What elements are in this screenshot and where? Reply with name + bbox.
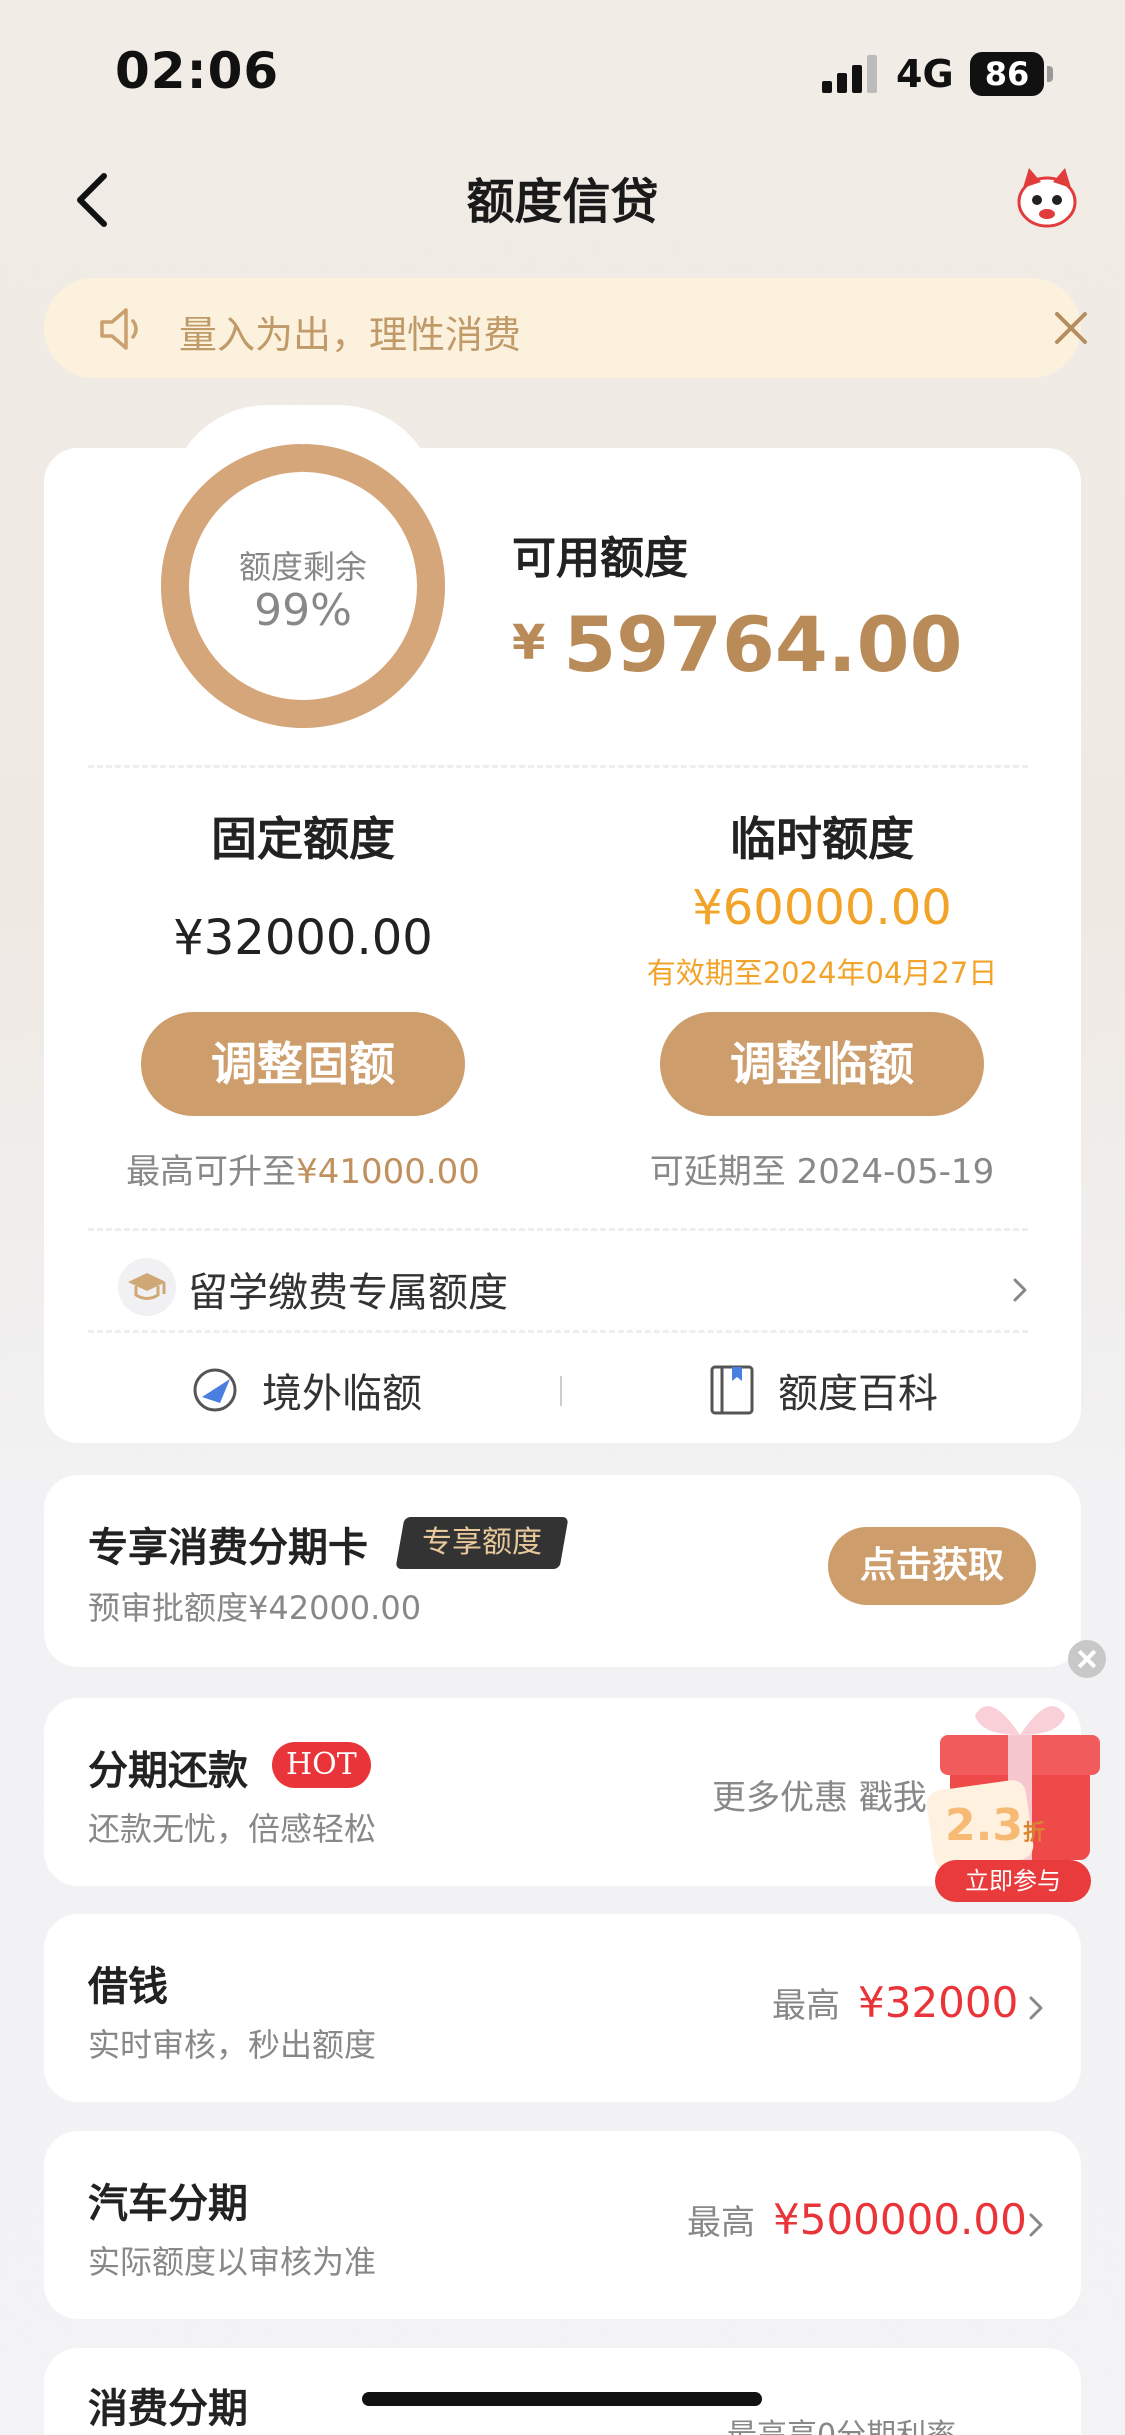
gauge-label: 额度剩余 xyxy=(238,548,367,586)
gift-discount-unit: 折 xyxy=(1022,1821,1045,1846)
divider xyxy=(88,765,1028,768)
car-loan-max: 最高 ¥500000.00 xyxy=(687,2195,1027,2244)
car-loan-title: 汽车分期 xyxy=(88,2181,248,2227)
credit-wiki-link[interactable]: 额度百科 xyxy=(708,1350,938,1430)
nav-bar: 额度信贷 xyxy=(0,150,1125,240)
credit-wiki-label: 额度百科 xyxy=(778,1371,938,1417)
available-credit-amount: ¥59764.00 xyxy=(512,600,962,689)
temp-credit-validity: 有效期至2024年04月27日 xyxy=(646,956,998,990)
car-loan-max-prefix: 最高 xyxy=(687,2203,755,2243)
gift-discount-value: 2.3 xyxy=(945,1800,1023,1851)
fixed-max-value: ¥41000.00 xyxy=(296,1152,480,1192)
fixed-credit-amount: ¥32000.00 xyxy=(173,910,433,966)
close-icon[interactable] xyxy=(1049,306,1093,350)
overseas-temp-credit-label: 境外临额 xyxy=(262,1371,422,1417)
fixed-credit-title: 固定额度 xyxy=(211,812,395,866)
fixed-max-note: 最高可升至¥41000.00 xyxy=(63,1144,543,1193)
chevron-right-icon xyxy=(1013,1278,1027,1302)
overseas-temp-credit-link[interactable]: 境外临额 xyxy=(188,1350,422,1430)
battery-icon: 86 xyxy=(970,52,1044,96)
temp-extend-note: 可延期至 2024-05-19 xyxy=(649,1152,995,1192)
home-indicator xyxy=(362,2392,762,2406)
borrow-max: 最高 ¥32000 xyxy=(772,1978,1018,2027)
globe-plane-icon xyxy=(193,1368,237,1412)
chevron-right-icon xyxy=(1029,1996,1043,2020)
installment-title: 分期还款 xyxy=(88,1748,248,1794)
adjust-temp-button[interactable]: 调整临额 xyxy=(660,1012,984,1116)
join-now-button[interactable]: 立即参与 xyxy=(935,1860,1091,1902)
temp-credit-title: 临时额度 xyxy=(730,812,914,866)
borrow-max-prefix: 最高 xyxy=(772,1986,840,2026)
notice-text: 量入为出，理性消费 xyxy=(179,313,522,357)
notice-banner: 量入为出，理性消费 xyxy=(44,278,1087,378)
divider xyxy=(88,1228,1028,1231)
available-amount-value: 59764.00 xyxy=(563,600,963,689)
currency-symbol: ¥ xyxy=(512,615,546,671)
gauge-percent: 99% xyxy=(254,585,352,636)
battery-nub xyxy=(1047,66,1053,82)
borrow-subtitle: 实时审核，秒出额度 xyxy=(88,2026,377,2064)
study-abroad-label: 留学缴费专属额度 xyxy=(188,1270,508,1316)
network-type: 4G xyxy=(896,52,954,96)
status-bar: 02:06 4G 86 xyxy=(0,0,1125,140)
borrow-card[interactable]: 借钱 实时审核，秒出额度 最高 ¥32000 xyxy=(44,1914,1081,2102)
installment-subtitle: 还款无忧，倍感轻松 xyxy=(88,1810,377,1848)
separator xyxy=(560,1376,562,1406)
hot-badge: HOT xyxy=(272,1742,371,1788)
vip-installment-card[interactable]: 专享消费分期卡 专享额度 预审批额度¥42000.00 点击获取 xyxy=(44,1475,1081,1667)
study-abroad-credit-row[interactable]: 留学缴费专属额度 xyxy=(88,1250,1028,1330)
adjust-fixed-button[interactable]: 调整固额 xyxy=(141,1012,465,1116)
status-time: 02:06 xyxy=(115,42,280,100)
speaker-icon xyxy=(100,308,138,350)
vip-card-subtitle: 预审批额度¥42000.00 xyxy=(88,1589,422,1627)
vip-tag-label: 专享额度 xyxy=(422,1525,542,1560)
car-loan-max-value: ¥500000.00 xyxy=(773,2195,1027,2244)
car-loan-subtitle: 实际额度以审核为准 xyxy=(88,2243,377,2281)
car-loan-card[interactable]: 汽车分期 实际额度以审核为准 最高 ¥500000.00 xyxy=(44,2131,1081,2319)
gift-discount: 2.3折 xyxy=(945,1800,1045,1851)
consumer-installment-promo: 最高享0分期利率 xyxy=(727,2410,956,2435)
page-title: 额度信贷 xyxy=(466,174,659,230)
chevron-right-icon xyxy=(1029,2213,1043,2237)
borrow-max-value: ¥32000 xyxy=(858,1978,1019,2027)
signal-icon xyxy=(822,55,882,93)
available-credit-label: 可用额度 xyxy=(512,533,688,584)
borrow-title: 借钱 xyxy=(88,1964,168,2010)
vip-card-title: 专享消费分期卡 xyxy=(88,1525,368,1571)
mascot-service-icon[interactable] xyxy=(1013,162,1081,230)
graduation-cap-icon xyxy=(118,1258,176,1316)
fixed-max-prefix: 最高可升至 xyxy=(126,1152,297,1192)
book-icon xyxy=(710,1365,754,1415)
vip-tag-badge: 专享额度 xyxy=(395,1517,569,1569)
divider xyxy=(88,1330,1028,1333)
get-now-button[interactable]: 点击获取 xyxy=(828,1527,1036,1605)
temp-credit-amount: ¥60000.00 xyxy=(692,880,952,936)
installment-promo-text: 更多优惠 戳我 xyxy=(712,1778,927,1818)
consumer-installment-title: 消费分期 xyxy=(88,2386,248,2432)
quick-links: 境外临额 额度百科 xyxy=(88,1350,1028,1430)
gift-close-button[interactable] xyxy=(1068,1640,1106,1678)
